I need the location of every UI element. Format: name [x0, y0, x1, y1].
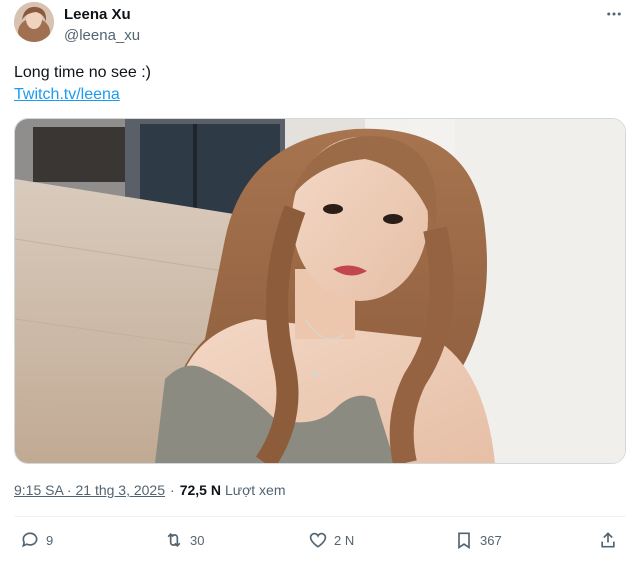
share-icon: [601, 532, 615, 548]
retweet-icon: [167, 532, 181, 548]
divider: [14, 516, 626, 517]
bookmark-count: 367: [480, 532, 502, 548]
more-options-button[interactable]: [602, 2, 626, 26]
avatar[interactable]: [14, 2, 54, 42]
bookmark-button[interactable]: 367: [454, 526, 502, 554]
author-handle[interactable]: @leena_xu: [64, 27, 140, 44]
reply-button[interactable]: 9: [20, 526, 53, 554]
timestamp-link[interactable]: 9:15 SA · 21 thg 3, 2025: [14, 482, 165, 498]
tweet-link[interactable]: Twitch.tv/leena: [14, 86, 120, 104]
retweet-button[interactable]: 30: [164, 526, 204, 554]
share-button[interactable]: [598, 526, 618, 554]
photo-image: [15, 119, 625, 463]
tweet-card: Leena Xu @leena_xu Long time no see :) T…: [0, 0, 640, 561]
like-button[interactable]: 2 N: [308, 526, 354, 554]
tweet-photo[interactable]: [14, 118, 626, 464]
retweet-count: 30: [190, 532, 205, 548]
action-bar: 9 30 2 N 367: [14, 526, 626, 554]
author-name[interactable]: Leena Xu: [64, 6, 131, 23]
tweet-text: Long time no see :): [14, 64, 151, 81]
tweet-meta: 9:15 SA · 21 thg 3, 2025 · 72,5 N Lượt x…: [14, 482, 286, 498]
like-count: 2 N: [334, 532, 355, 548]
bookmark-icon: [458, 532, 470, 550]
views-count: 72,5 N: [179, 482, 221, 498]
views-label: Lượt xem: [224, 482, 286, 498]
meta-separator: ·: [170, 482, 175, 498]
more-icon: [607, 12, 621, 16]
reply-count: 9: [46, 532, 54, 548]
reply-icon: [22, 532, 38, 548]
heart-icon: [309, 532, 327, 548]
